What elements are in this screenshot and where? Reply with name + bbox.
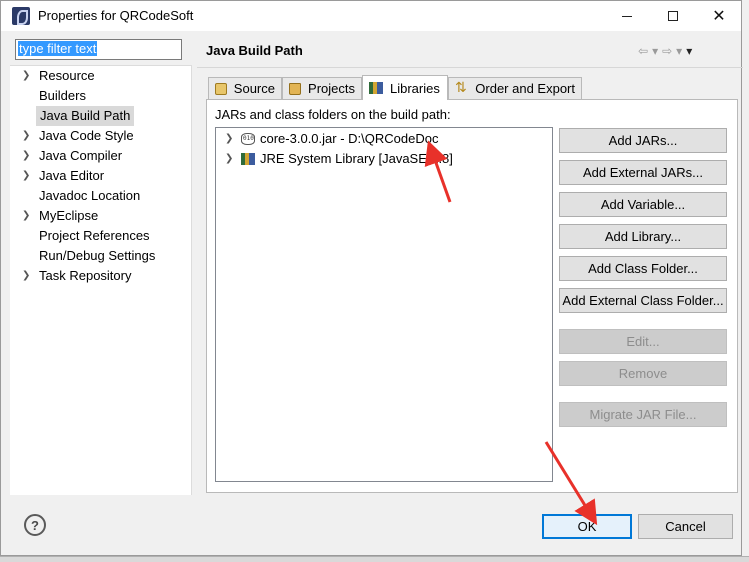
tab-label: Order and Export (475, 81, 575, 96)
chevron-right-icon[interactable]: ❯ (22, 206, 32, 226)
library-entry-label: core-3.0.0.jar - D:\QRCodeDoc (260, 131, 439, 146)
add-external-jars-button[interactable]: Add External JARs... (559, 160, 727, 185)
chevron-right-icon[interactable]: ❯ (225, 149, 233, 169)
chevron-right-icon[interactable]: ❯ (225, 129, 233, 149)
help-icon: ? (31, 517, 39, 533)
nav-item-label: Builders (39, 88, 86, 103)
ok-button[interactable]: OK (542, 514, 632, 539)
edit-button[interactable]: Edit... (559, 329, 727, 354)
nav-item-project-references[interactable]: Project References (10, 226, 190, 246)
chevron-right-icon[interactable]: ❯ (22, 166, 32, 186)
nav-item-resource[interactable]: ❯ Resource (10, 66, 190, 86)
maximize-button[interactable] (650, 1, 696, 31)
jre-library-icon (241, 153, 255, 165)
nav-item-javadoc-location[interactable]: Javadoc Location (10, 186, 190, 206)
build-path-library-list[interactable]: ❯ core-3.0.0.jar - D:\QRCodeDoc ❯ JRE Sy… (215, 127, 553, 482)
project-icon (289, 82, 302, 95)
tab-label: Libraries (390, 80, 440, 96)
chevron-right-icon[interactable]: ❯ (22, 126, 32, 146)
library-icon (369, 82, 383, 94)
add-variable-button[interactable]: Add Variable... (559, 192, 727, 217)
nav-item-label: Java Editor (39, 168, 105, 183)
nav-item-myeclipse[interactable]: ❯ MyEclipse (10, 206, 190, 226)
chevron-right-icon[interactable]: ❯ (22, 266, 32, 286)
add-external-class-folder-button[interactable]: Add External Class Folder... (559, 288, 727, 313)
add-library-button[interactable]: Add Library... (559, 224, 727, 249)
forward-dropdown-icon[interactable]: ▾ (676, 44, 682, 58)
library-entry-jre-system-library[interactable]: ❯ JRE System Library [JavaSE-1.8] (216, 149, 552, 169)
property-page-tree: ❯ Resource Builders Java Build Path ❯ Ja… (10, 65, 192, 495)
nav-item-label: Javadoc Location (39, 188, 141, 203)
tab-label: Source (233, 81, 275, 96)
nav-item-label: Project References (39, 228, 150, 243)
maximize-icon (668, 11, 678, 21)
nav-item-label: Run/Debug Settings (39, 248, 156, 263)
source-folder-icon (215, 82, 227, 95)
page-title: Java Build Path (206, 43, 303, 58)
nav-item-label: Resource (39, 68, 95, 83)
build-path-label: JARs and class folders on the build path… (215, 107, 451, 122)
nav-item-java-build-path[interactable]: Java Build Path (10, 106, 190, 126)
cancel-button[interactable]: Cancel (638, 514, 733, 539)
nav-item-label: Java Build Path (36, 106, 135, 126)
page-navigation-controls: ⇦ ▾ ⇨ ▾ ▾ (638, 42, 738, 60)
tab-source[interactable]: Source (208, 77, 282, 99)
chevron-right-icon[interactable]: ❯ (22, 66, 32, 86)
nav-item-java-code-style[interactable]: ❯ Java Code Style (10, 126, 190, 146)
nav-item-task-repository[interactable]: ❯ Task Repository (10, 266, 190, 286)
minimize-icon (622, 15, 632, 17)
filter-input-text: type filter text (18, 41, 98, 56)
tab-order-and-export[interactable]: Order and Export (448, 77, 582, 99)
title-bar: Properties for QRCodeSoft ✕ (1, 1, 741, 31)
help-button[interactable]: ? (24, 514, 46, 536)
tab-label: Projects (308, 81, 355, 96)
nav-item-label: Task Repository (39, 268, 132, 283)
jar-icon (241, 133, 255, 145)
pane-splitter[interactable] (192, 39, 197, 495)
minimize-button[interactable] (604, 1, 650, 31)
add-jars-button[interactable]: Add JARs... (559, 128, 727, 153)
nav-item-java-compiler[interactable]: ❯ Java Compiler (10, 146, 190, 166)
remove-button[interactable]: Remove (559, 361, 727, 386)
window-title: Properties for QRCodeSoft (38, 8, 194, 23)
close-icon: ✕ (712, 8, 726, 25)
nav-item-run-debug-settings[interactable]: Run/Debug Settings (10, 246, 190, 266)
chevron-right-icon[interactable]: ❯ (22, 146, 32, 166)
migrate-jar-button[interactable]: Migrate JAR File... (559, 402, 727, 427)
tab-projects[interactable]: Projects (282, 77, 362, 99)
nav-item-label: MyEclipse (39, 208, 99, 223)
add-class-folder-button[interactable]: Add Class Folder... (559, 256, 727, 281)
header-divider (197, 67, 743, 68)
tab-libraries[interactable]: Libraries (362, 75, 448, 100)
filter-input[interactable]: type filter text (15, 39, 182, 60)
properties-dialog: Properties for QRCodeSoft ✕ type filter … (0, 0, 743, 556)
library-entry-label: JRE System Library [JavaSE-1.8] (260, 151, 453, 166)
order-export-icon (455, 79, 468, 96)
nav-item-label: Java Compiler (39, 148, 123, 163)
forward-arrow-icon[interactable]: ⇨ (662, 44, 672, 58)
eclipse-app-icon (12, 7, 30, 25)
back-arrow-icon[interactable]: ⇦ (638, 44, 648, 58)
background-taskbar-strip (0, 556, 749, 562)
close-button[interactable]: ✕ (696, 1, 742, 31)
view-menu-icon[interactable]: ▾ (686, 44, 692, 58)
nav-item-label: Java Code Style (39, 128, 134, 143)
nav-item-java-editor[interactable]: ❯ Java Editor (10, 166, 190, 186)
nav-item-builders[interactable]: Builders (10, 86, 190, 106)
library-entry-core-jar[interactable]: ❯ core-3.0.0.jar - D:\QRCodeDoc (216, 129, 552, 149)
back-dropdown-icon[interactable]: ▾ (652, 44, 658, 58)
